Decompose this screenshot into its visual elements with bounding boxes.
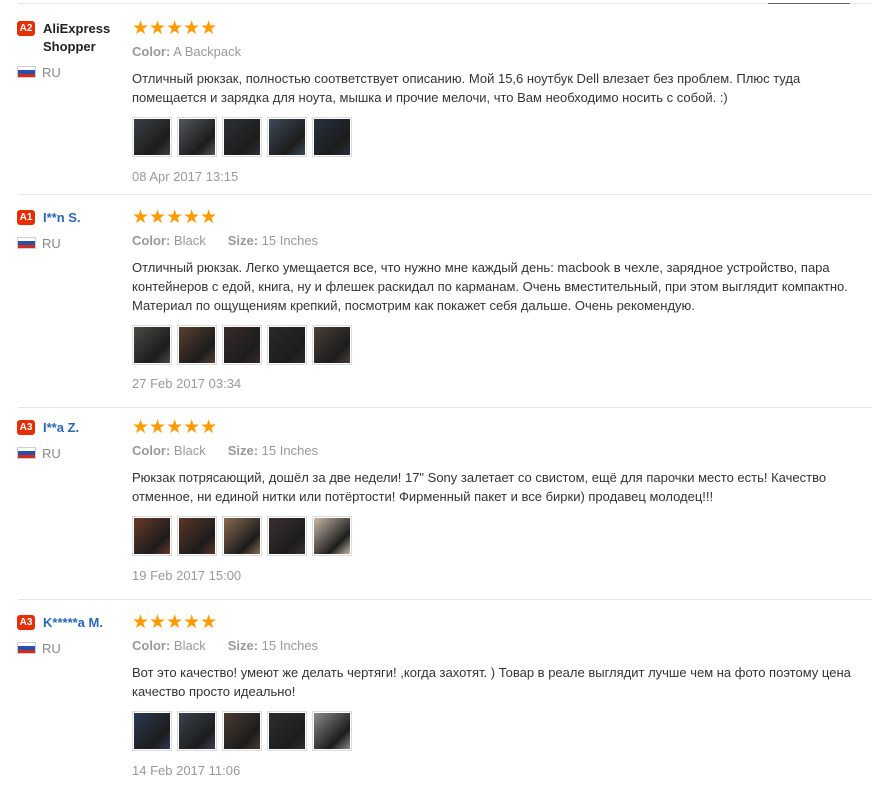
review-photos: [132, 711, 872, 753]
reviewer-country: RU: [17, 447, 61, 461]
star-rating: ★★★★★: [132, 207, 218, 228]
review-photo-thumbnail[interactable]: [267, 117, 307, 157]
russia-flag-icon: [17, 237, 36, 249]
review-photo-thumbnail[interactable]: [267, 516, 307, 556]
review-photo-thumbnail[interactable]: [312, 325, 352, 365]
review-text: Отличный рюкзак. Легко умещается все, чт…: [132, 260, 848, 313]
review-photo-thumbnail[interactable]: [222, 325, 262, 365]
review-photos: [132, 516, 872, 558]
review-date: 14 Feb 2017 11:06: [132, 763, 241, 778]
review-photo-thumbnail[interactable]: [177, 325, 217, 365]
review-photo-thumbnail[interactable]: [177, 711, 217, 751]
review-divider: [18, 599, 872, 600]
russia-flag-icon: [17, 447, 36, 459]
star-rating: ★★★★★: [132, 612, 218, 633]
review-photo-thumbnail[interactable]: [132, 117, 172, 157]
review-photos: [132, 325, 872, 367]
top-divider: [18, 3, 872, 4]
review-photo-thumbnail[interactable]: [132, 516, 172, 556]
review-date: 19 Feb 2017 15:00: [132, 568, 242, 583]
review-photo-thumbnail[interactable]: [132, 711, 172, 751]
reviewer-name[interactable]: I**n S.: [43, 210, 81, 225]
review-photo-thumbnail[interactable]: [267, 711, 307, 751]
review-photo-thumbnail[interactable]: [312, 711, 352, 751]
review-photo-thumbnail[interactable]: [177, 516, 217, 556]
reviewer-info: A3 I**a Z. RU: [17, 419, 122, 461]
sku-properties: Color: A Backpack: [132, 44, 242, 59]
reviewer-country: RU: [17, 642, 61, 656]
sku-properties: Color: Black Size: 15 Inches: [132, 638, 319, 653]
russia-flag-icon: [17, 66, 36, 78]
review-photo-thumbnail[interactable]: [222, 117, 262, 157]
review-photo-thumbnail[interactable]: [312, 516, 352, 556]
buyer-level-badge: A2: [17, 21, 35, 36]
review-photo-thumbnail[interactable]: [267, 325, 307, 365]
review-text: Вот это качество! умеют же делать чертяг…: [132, 665, 851, 699]
review-date: 08 Apr 2017 13:15: [132, 169, 239, 184]
reviewer-name: AliExpress Shopper: [43, 21, 111, 54]
star-rating: ★★★★★: [132, 417, 218, 438]
reviewer-info: A3 K*****a M. RU: [17, 614, 122, 656]
star-rating: ★★★★★: [132, 18, 218, 39]
russia-flag-icon: [17, 642, 36, 654]
review-date: 27 Feb 2017 03:34: [132, 376, 242, 391]
review-photo-thumbnail[interactable]: [177, 117, 217, 157]
reviewer-name[interactable]: K*****a M.: [43, 615, 103, 630]
review-photos: [132, 117, 872, 159]
review-photo-thumbnail[interactable]: [312, 117, 352, 157]
review-photo-thumbnail[interactable]: [222, 711, 262, 751]
reviewer-country: RU: [17, 66, 61, 80]
review-text: Отличный рюкзак, полностью соответствует…: [132, 71, 801, 105]
buyer-level-badge: A3: [17, 420, 35, 435]
review-divider: [18, 194, 872, 195]
sku-properties: Color: Black Size: 15 Inches: [132, 443, 319, 458]
review-divider: [18, 407, 872, 408]
reviewer-info: A2 AliExpress Shopper RU: [17, 20, 122, 80]
reviewer-info: A1 I**n S. RU: [17, 209, 122, 251]
review-photo-thumbnail[interactable]: [222, 516, 262, 556]
review-photo-thumbnail[interactable]: [132, 325, 172, 365]
buyer-level-badge: A1: [17, 210, 35, 225]
sku-properties: Color: Black Size: 15 Inches: [132, 233, 319, 248]
reviewer-country: RU: [17, 237, 61, 251]
buyer-level-badge: A3: [17, 615, 35, 630]
reviewer-name[interactable]: I**a Z.: [43, 420, 79, 435]
review-text: Рюкзак потрясающий, дошёл за две недели!…: [132, 470, 827, 504]
